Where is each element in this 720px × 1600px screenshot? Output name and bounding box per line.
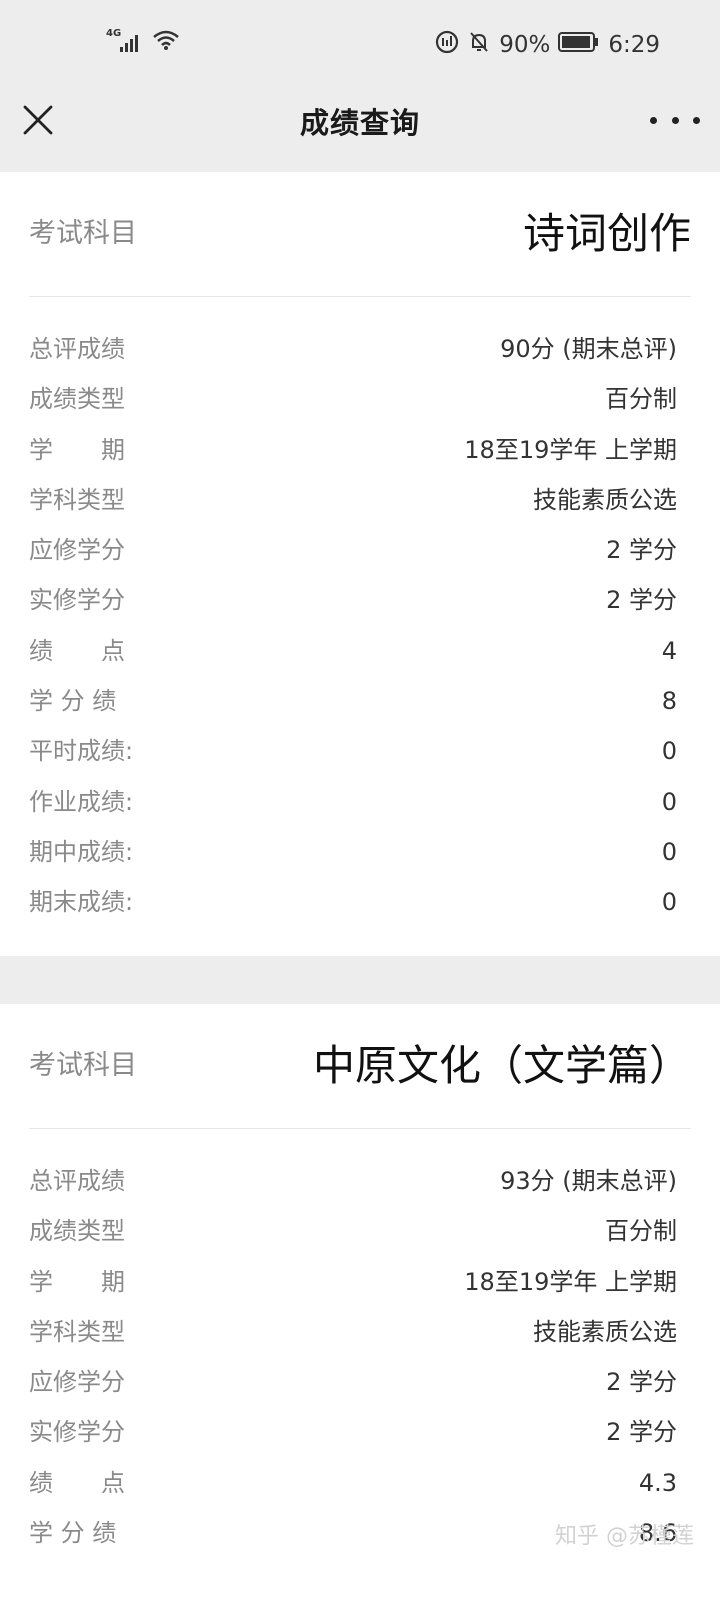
bell-off-icon — [467, 30, 491, 60]
detail-label: 学 期 — [29, 1267, 125, 1296]
detail-row: 绩 点 4 — [29, 626, 677, 676]
detail-row: 学 期 18至19学年 上学期 — [29, 1257, 677, 1307]
detail-row: 学 期 18至19学年 上学期 — [29, 425, 677, 475]
detail-value: 0 — [661, 888, 677, 917]
detail-row: 绩 点 4.3 — [29, 1458, 677, 1508]
detail-label: 学 期 — [29, 435, 125, 464]
detail-label: 学科类型 — [29, 1317, 125, 1346]
detail-label: 期中成绩: — [29, 837, 134, 866]
detail-row: 成绩类型 百分制 — [29, 374, 677, 424]
detail-label: 学 分 绩 — [29, 687, 117, 716]
grade-card: 考试科目 中原文化（文学篇） 总评成绩 93分 (期末总评) 成绩类型 百分制 学 … — [0, 1004, 720, 1600]
detail-value: 百分制 — [605, 1217, 677, 1246]
watermark: 知乎 @苏槿莲 — [555, 1524, 694, 1549]
battery-icon — [558, 31, 600, 59]
subject-row: 考试科目 诗词创作 — [29, 172, 691, 297]
detail-row: 作业成绩: 0 — [29, 777, 677, 827]
signal-icon: 4G — [106, 28, 142, 54]
detail-label: 平时成绩: — [29, 737, 134, 766]
detail-row: 实修学分 2 学分 — [29, 1407, 677, 1457]
wifi-icon — [152, 28, 182, 56]
clock: 6:29 — [608, 32, 660, 58]
subject-name: 中原文化（文学篇） — [312, 1041, 691, 1090]
detail-label: 期末成绩: — [29, 888, 134, 917]
detail-value: 8 — [661, 687, 677, 716]
detail-row: 总评成绩 93分 (期末总评) — [29, 1156, 677, 1206]
detail-row: 应修学分 2 学分 — [29, 525, 677, 575]
detail-label: 应修学分 — [29, 536, 125, 565]
detail-label: 总评成绩 — [29, 335, 125, 363]
detail-label: 应修学分 — [29, 1368, 125, 1397]
detail-value: 技能素质公选 — [533, 485, 677, 514]
detail-row: 总评成绩 90分 (期末总评) — [29, 324, 677, 374]
detail-value: 4.3 — [638, 1468, 677, 1497]
detail-row: 期中成绩: 0 — [29, 827, 677, 877]
detail-row: 实修学分 2 学分 — [29, 575, 677, 625]
more-button[interactable] — [650, 100, 700, 140]
page-title: 成绩查询 — [299, 106, 420, 140]
detail-label: 实修学分 — [29, 586, 125, 615]
more-icon-dot — [650, 116, 657, 124]
grade-details: 总评成绩 93分 (期末总评) 成绩类型 百分制 学 期 18至19学年 上学期 学科… — [29, 1156, 677, 1558]
detail-label: 学科类型 — [29, 485, 125, 514]
detail-value: 93分 (期末总评) — [500, 1167, 677, 1195]
detail-row: 学 分 绩 8 — [29, 676, 677, 726]
detail-value: 90分 (期末总评) — [500, 335, 677, 363]
detail-label: 绩 点 — [29, 1468, 125, 1497]
detail-value: 技能素质公选 — [533, 1317, 677, 1346]
detail-value: 2 学分 — [606, 586, 677, 615]
detail-row: 成绩类型 百分制 — [29, 1206, 677, 1256]
detail-value: 0 — [661, 837, 677, 866]
detail-value: 百分制 — [605, 385, 677, 414]
status-right: 90% 6:29 — [435, 30, 660, 60]
detail-value: 18至19学年 上学期 — [464, 1267, 677, 1296]
more-icon-dot — [671, 116, 679, 124]
title-bar: 成绩查询 — [0, 90, 720, 160]
detail-row: 应修学分 2 学分 — [29, 1357, 677, 1407]
subject-label: 考试科目 — [29, 218, 137, 249]
subject-label: 考试科目 — [29, 1050, 137, 1081]
detail-value: 2 学分 — [606, 1368, 677, 1397]
detail-value: 4 — [661, 636, 677, 665]
detail-value: 0 — [661, 737, 677, 766]
grade-details: 总评成绩 90分 (期末总评) 成绩类型 百分制 学 期 18至19学年 上学期 学科… — [29, 324, 677, 928]
detail-row: 学科类型 技能素质公选 — [29, 1307, 677, 1357]
status-left: 4G — [106, 28, 182, 56]
detail-label: 作业成绩: — [29, 787, 134, 816]
subject-name: 诗词创作 — [522, 209, 691, 258]
detail-row: 学科类型 技能素质公选 — [29, 475, 677, 525]
more-icon-dot — [693, 116, 700, 124]
detail-value: 18至19学年 上学期 — [464, 435, 677, 464]
detail-row: 期末成绩: 0 — [29, 877, 677, 927]
detail-label: 总评成绩 — [29, 1167, 125, 1195]
detail-label: 实修学分 — [29, 1418, 125, 1447]
detail-label: 学 分 绩 — [29, 1519, 117, 1548]
detail-label: 成绩类型 — [29, 385, 125, 414]
detail-label: 成绩类型 — [29, 1217, 125, 1246]
subject-row: 考试科目 中原文化（文学篇） — [29, 1004, 691, 1129]
detail-value: 2 学分 — [606, 536, 677, 565]
detail-row: 平时成绩: 0 — [29, 726, 677, 776]
battery-percent: 90% — [499, 32, 551, 58]
detail-label: 绩 点 — [29, 636, 125, 665]
data-saver-icon — [435, 30, 459, 60]
detail-value: 0 — [661, 787, 677, 816]
grade-card: 考试科目 诗词创作 总评成绩 90分 (期末总评) 成绩类型 百分制 学 期 18至1… — [0, 172, 720, 956]
detail-value: 2 学分 — [606, 1418, 677, 1447]
status-bar: 4G 90% 6:29 — [0, 0, 720, 90]
